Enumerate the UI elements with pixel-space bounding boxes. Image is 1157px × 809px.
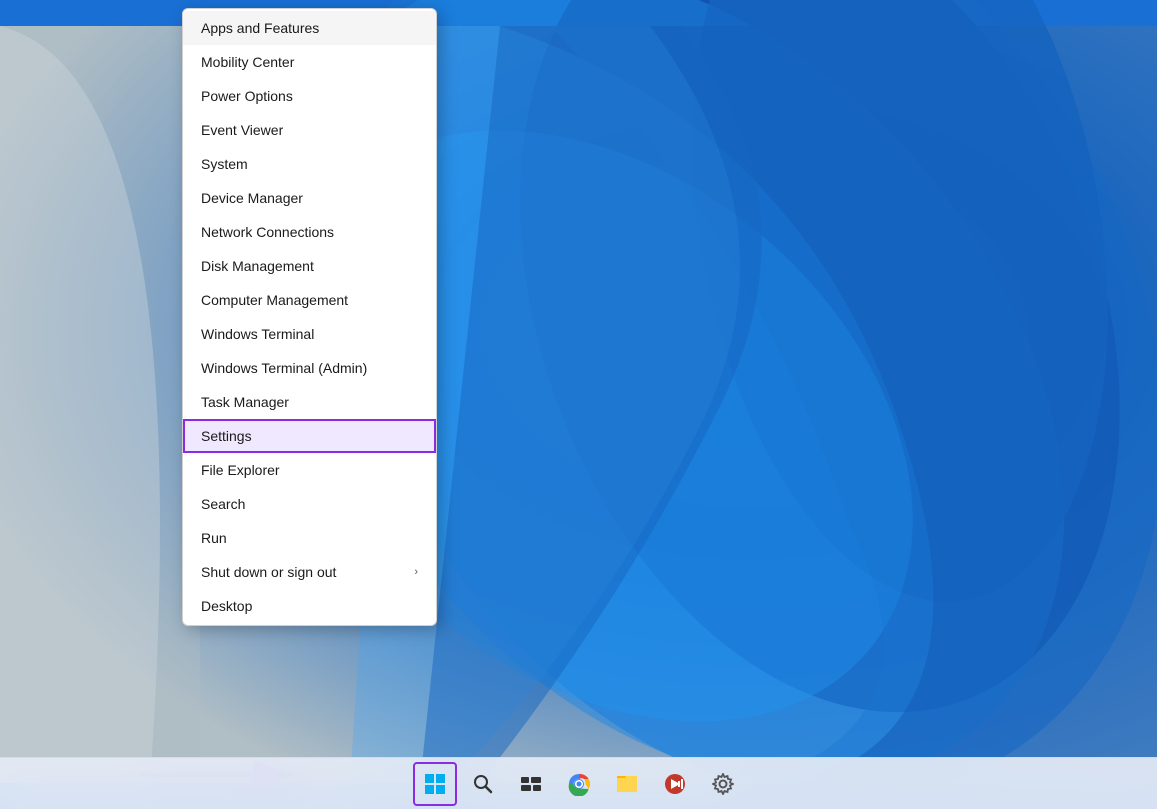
chrome-button[interactable] [557,762,601,806]
file-explorer-icon [615,773,639,795]
cast-icon [663,772,687,796]
menu-item-windows-terminal[interactable]: Windows Terminal [183,317,436,351]
menu-item-label: Task Manager [201,394,289,410]
menu-item-disk-management[interactable]: Disk Management [183,249,436,283]
menu-item-run[interactable]: Run [183,521,436,555]
taskbar-icon-group [413,762,745,806]
menu-item-label: Shut down or sign out [201,564,336,580]
menu-item-label: Disk Management [201,258,314,274]
menu-item-desktop[interactable]: Desktop [183,589,436,623]
windows-logo-icon [424,773,446,795]
menu-item-apps-features[interactable]: Apps and Features [183,11,436,45]
task-view-icon [520,773,542,795]
menu-item-power-options[interactable]: Power Options [183,79,436,113]
menu-item-network-connections[interactable]: Network Connections [183,215,436,249]
search-icon [473,774,493,794]
chrome-icon [567,772,591,796]
menu-item-label: Device Manager [201,190,303,206]
file-explorer-button[interactable] [605,762,649,806]
menu-item-label: Windows Terminal [201,326,314,342]
menu-item-event-viewer[interactable]: Event Viewer [183,113,436,147]
task-view-button[interactable] [509,762,553,806]
menu-item-label: Apps and Features [201,20,319,36]
menu-item-device-manager[interactable]: Device Manager [183,181,436,215]
settings-taskbar-button[interactable] [701,762,745,806]
cast-button[interactable] [653,762,697,806]
menu-item-task-manager[interactable]: Task Manager [183,385,436,419]
menu-item-file-explorer[interactable]: File Explorer [183,453,436,487]
start-button[interactable] [413,762,457,806]
gear-icon [712,773,734,795]
desktop-background [0,0,1157,809]
search-taskbar-button[interactable] [461,762,505,806]
menu-item-label: Run [201,530,227,546]
menu-item-system[interactable]: System [183,147,436,181]
menu-item-label: File Explorer [201,462,280,478]
context-menu: Apps and Features Mobility Center Power … [182,8,437,626]
menu-item-label: Windows Terminal (Admin) [201,360,367,376]
menu-item-label: Computer Management [201,292,348,308]
menu-item-label: Network Connections [201,224,334,240]
menu-item-label: Search [201,496,245,512]
submenu-chevron: › [414,566,418,578]
menu-item-label: Mobility Center [201,54,294,70]
menu-item-label: Settings [201,428,252,444]
menu-item-shut-down[interactable]: Shut down or sign out › [183,555,436,589]
menu-item-label: Power Options [201,88,293,104]
menu-item-label: Desktop [201,598,252,614]
desktop: Apps and Features Mobility Center Power … [0,0,1157,809]
menu-item-windows-terminal-admin[interactable]: Windows Terminal (Admin) [183,351,436,385]
taskbar [0,757,1157,809]
menu-item-search[interactable]: Search [183,487,436,521]
menu-item-label: Event Viewer [201,122,283,138]
menu-item-mobility-center[interactable]: Mobility Center [183,45,436,79]
menu-item-label: System [201,156,248,172]
menu-item-computer-management[interactable]: Computer Management [183,283,436,317]
menu-item-settings[interactable]: Settings [183,419,436,453]
